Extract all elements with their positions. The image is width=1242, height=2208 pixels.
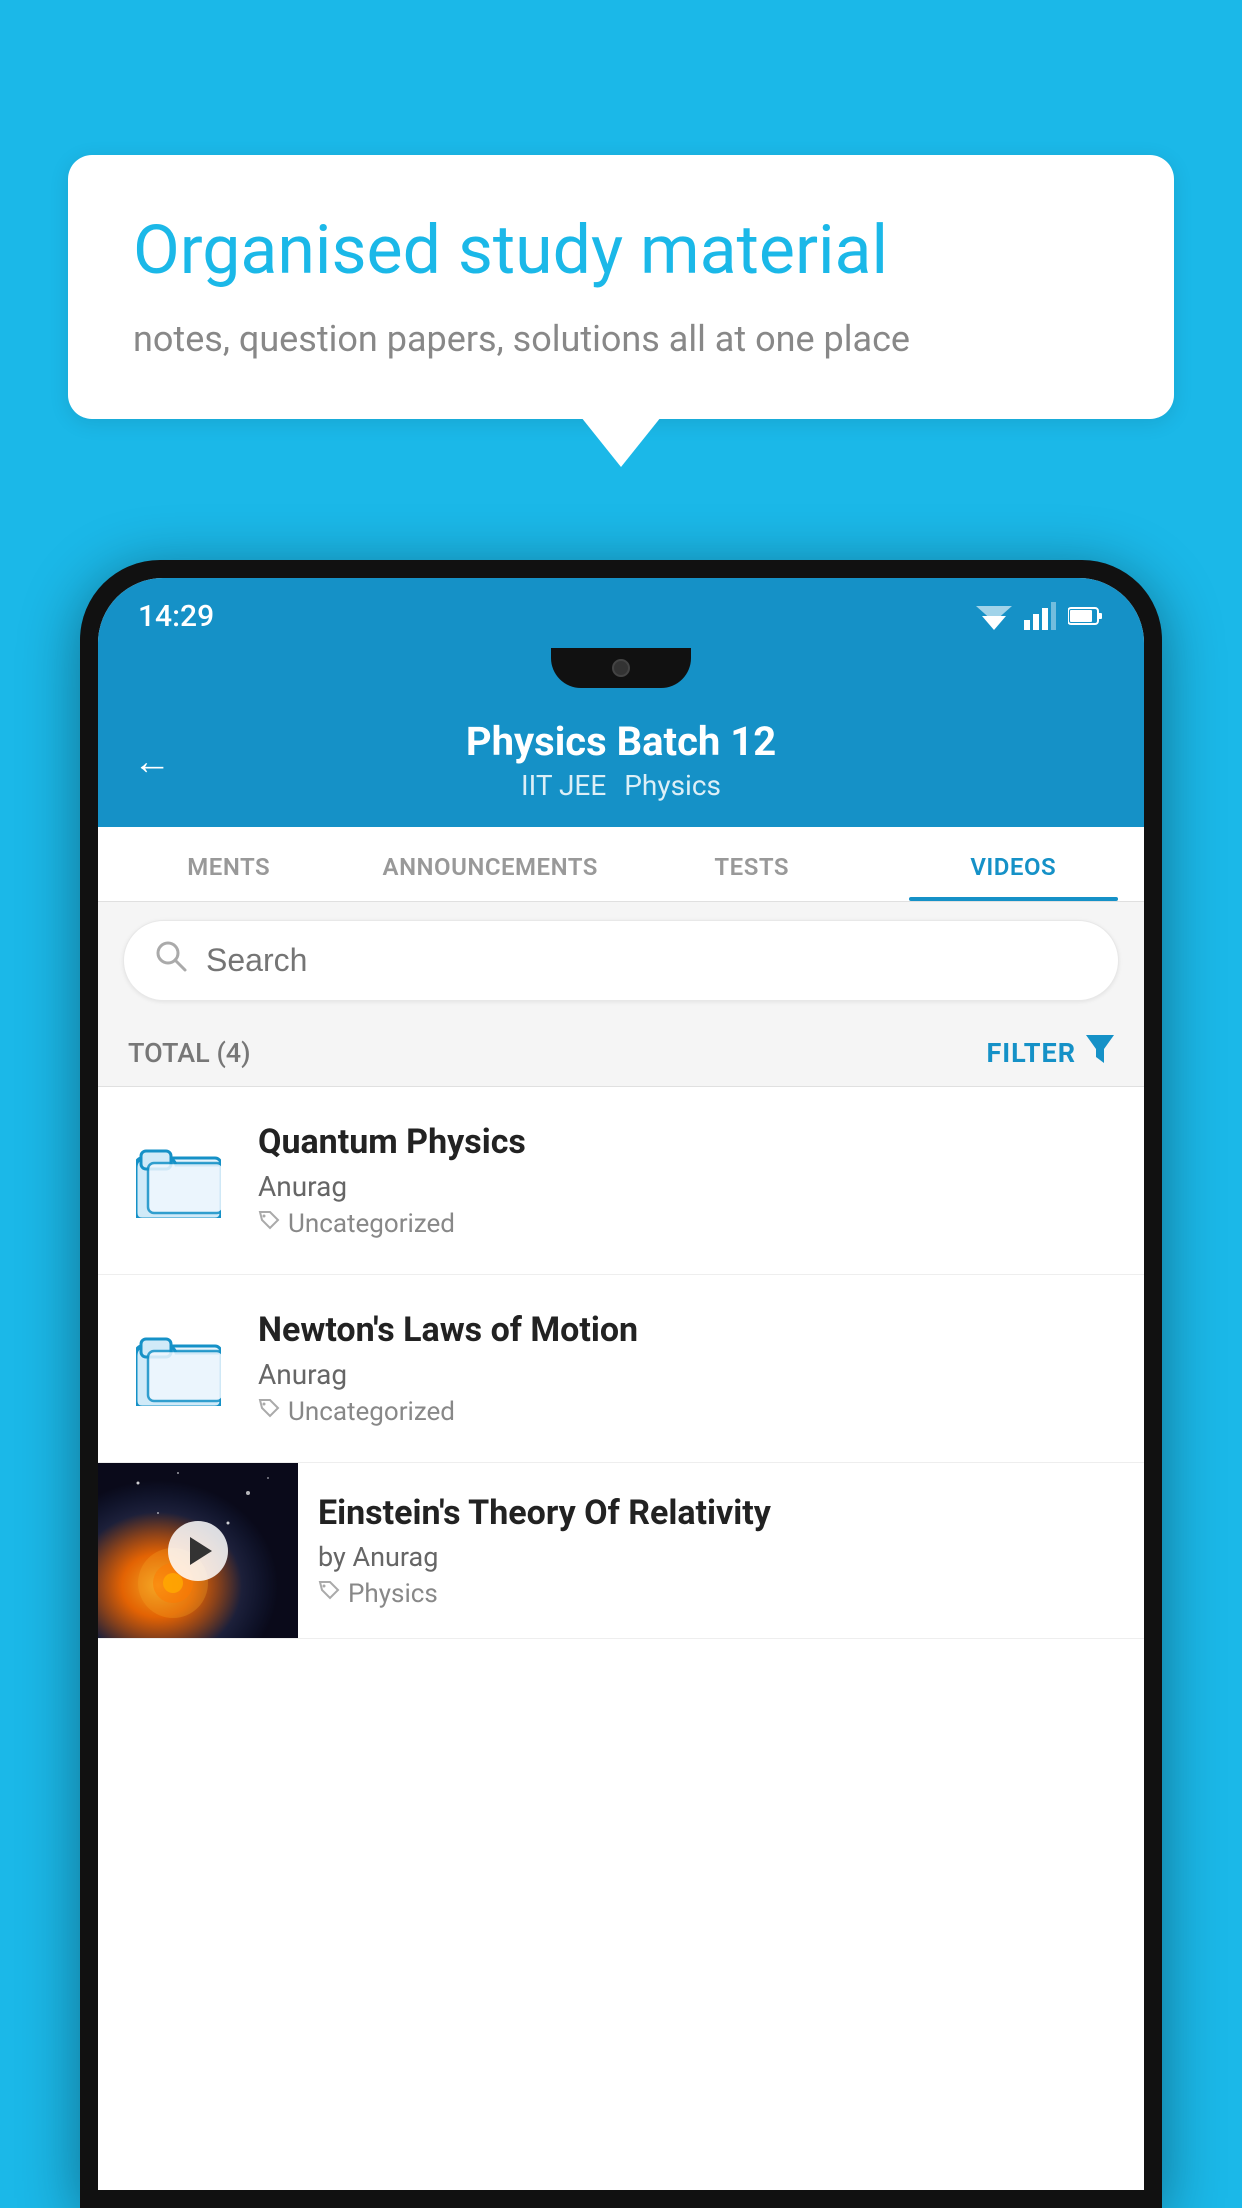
wifi-icon — [976, 602, 1012, 630]
item-icon-wrap — [128, 1319, 228, 1419]
tab-videos[interactable]: VIDEOS — [883, 827, 1145, 901]
notch — [551, 648, 691, 688]
item-text: Newton's Laws of Motion Anurag Uncategor… — [258, 1310, 1114, 1427]
item-tag: Uncategorized — [258, 1397, 1114, 1427]
notch-area — [98, 648, 1144, 696]
phone-frame: 14:29 — [80, 560, 1162, 2208]
item-title: Quantum Physics — [258, 1122, 1114, 1162]
tag-icon — [318, 1579, 340, 1609]
folder-icon — [136, 1143, 221, 1218]
video-list: Quantum Physics Anurag Uncategorized — [98, 1087, 1144, 2190]
thumb-tag: Physics — [318, 1579, 1094, 1609]
back-button[interactable]: ← — [133, 740, 171, 784]
tab-announcements[interactable]: ANNOUNCEMENTS — [360, 827, 622, 901]
speech-bubble-title: Organised study material — [133, 210, 1109, 292]
header-subtitle: IIT JEE Physics — [521, 769, 721, 802]
header-subtitle-iitjee: IIT JEE — [521, 769, 606, 802]
item-tag: Uncategorized — [258, 1209, 1114, 1239]
filter-row: TOTAL (4) FILTER — [98, 1019, 1144, 1087]
list-item[interactable]: Newton's Laws of Motion Anurag Uncategor… — [98, 1275, 1144, 1463]
search-input[interactable] — [206, 942, 1088, 979]
list-item[interactable]: Quantum Physics Anurag Uncategorized — [98, 1087, 1144, 1275]
item-text: Quantum Physics Anurag Uncategorized — [258, 1122, 1114, 1239]
tag-icon — [258, 1397, 280, 1427]
tag-icon — [258, 1209, 280, 1239]
tabs-bar: MENTS ANNOUNCEMENTS TESTS VIDEOS — [98, 827, 1144, 902]
app-header: ← Physics Batch 12 IIT JEE Physics — [98, 696, 1144, 827]
filter-funnel-icon — [1086, 1035, 1114, 1070]
header-title: Physics Batch 12 — [466, 718, 776, 765]
thumb-text: Einstein's Theory Of Relativity by Anura… — [298, 1475, 1114, 1627]
speech-bubble: Organised study material notes, question… — [68, 155, 1174, 419]
filter-button[interactable]: FILTER — [986, 1035, 1114, 1070]
speech-bubble-subtitle: notes, question papers, solutions all at… — [133, 314, 1109, 364]
tab-ments[interactable]: MENTS — [98, 827, 360, 901]
folder-icon — [136, 1331, 221, 1406]
header-subtitle-physics: Physics — [624, 769, 721, 802]
status-icons — [976, 602, 1104, 630]
signal-icon — [1024, 602, 1056, 630]
phone-inner: 14:29 — [98, 578, 1144, 2190]
item-title: Newton's Laws of Motion — [258, 1310, 1114, 1350]
search-icon — [154, 939, 188, 982]
list-item-thumb[interactable]: Einstein's Theory Of Relativity by Anura… — [98, 1463, 1144, 1639]
search-input-wrap[interactable] — [123, 920, 1119, 1001]
item-author: Anurag — [258, 1358, 1114, 1391]
battery-icon — [1068, 605, 1104, 627]
camera-dot — [612, 659, 630, 677]
filter-label: FILTER — [986, 1037, 1076, 1069]
thumbnail-wrap — [98, 1463, 298, 1638]
play-button[interactable] — [168, 1521, 228, 1581]
item-icon-wrap — [128, 1131, 228, 1231]
total-count: TOTAL (4) — [128, 1037, 251, 1069]
status-time: 14:29 — [138, 599, 214, 634]
status-bar: 14:29 — [98, 578, 1144, 648]
search-container — [98, 902, 1144, 1019]
tab-tests[interactable]: TESTS — [621, 827, 883, 901]
item-author: Anurag — [258, 1170, 1114, 1203]
thumb-title: Einstein's Theory Of Relativity — [318, 1493, 1094, 1533]
thumb-author: by Anurag — [318, 1541, 1094, 1573]
play-triangle-icon — [190, 1537, 212, 1565]
